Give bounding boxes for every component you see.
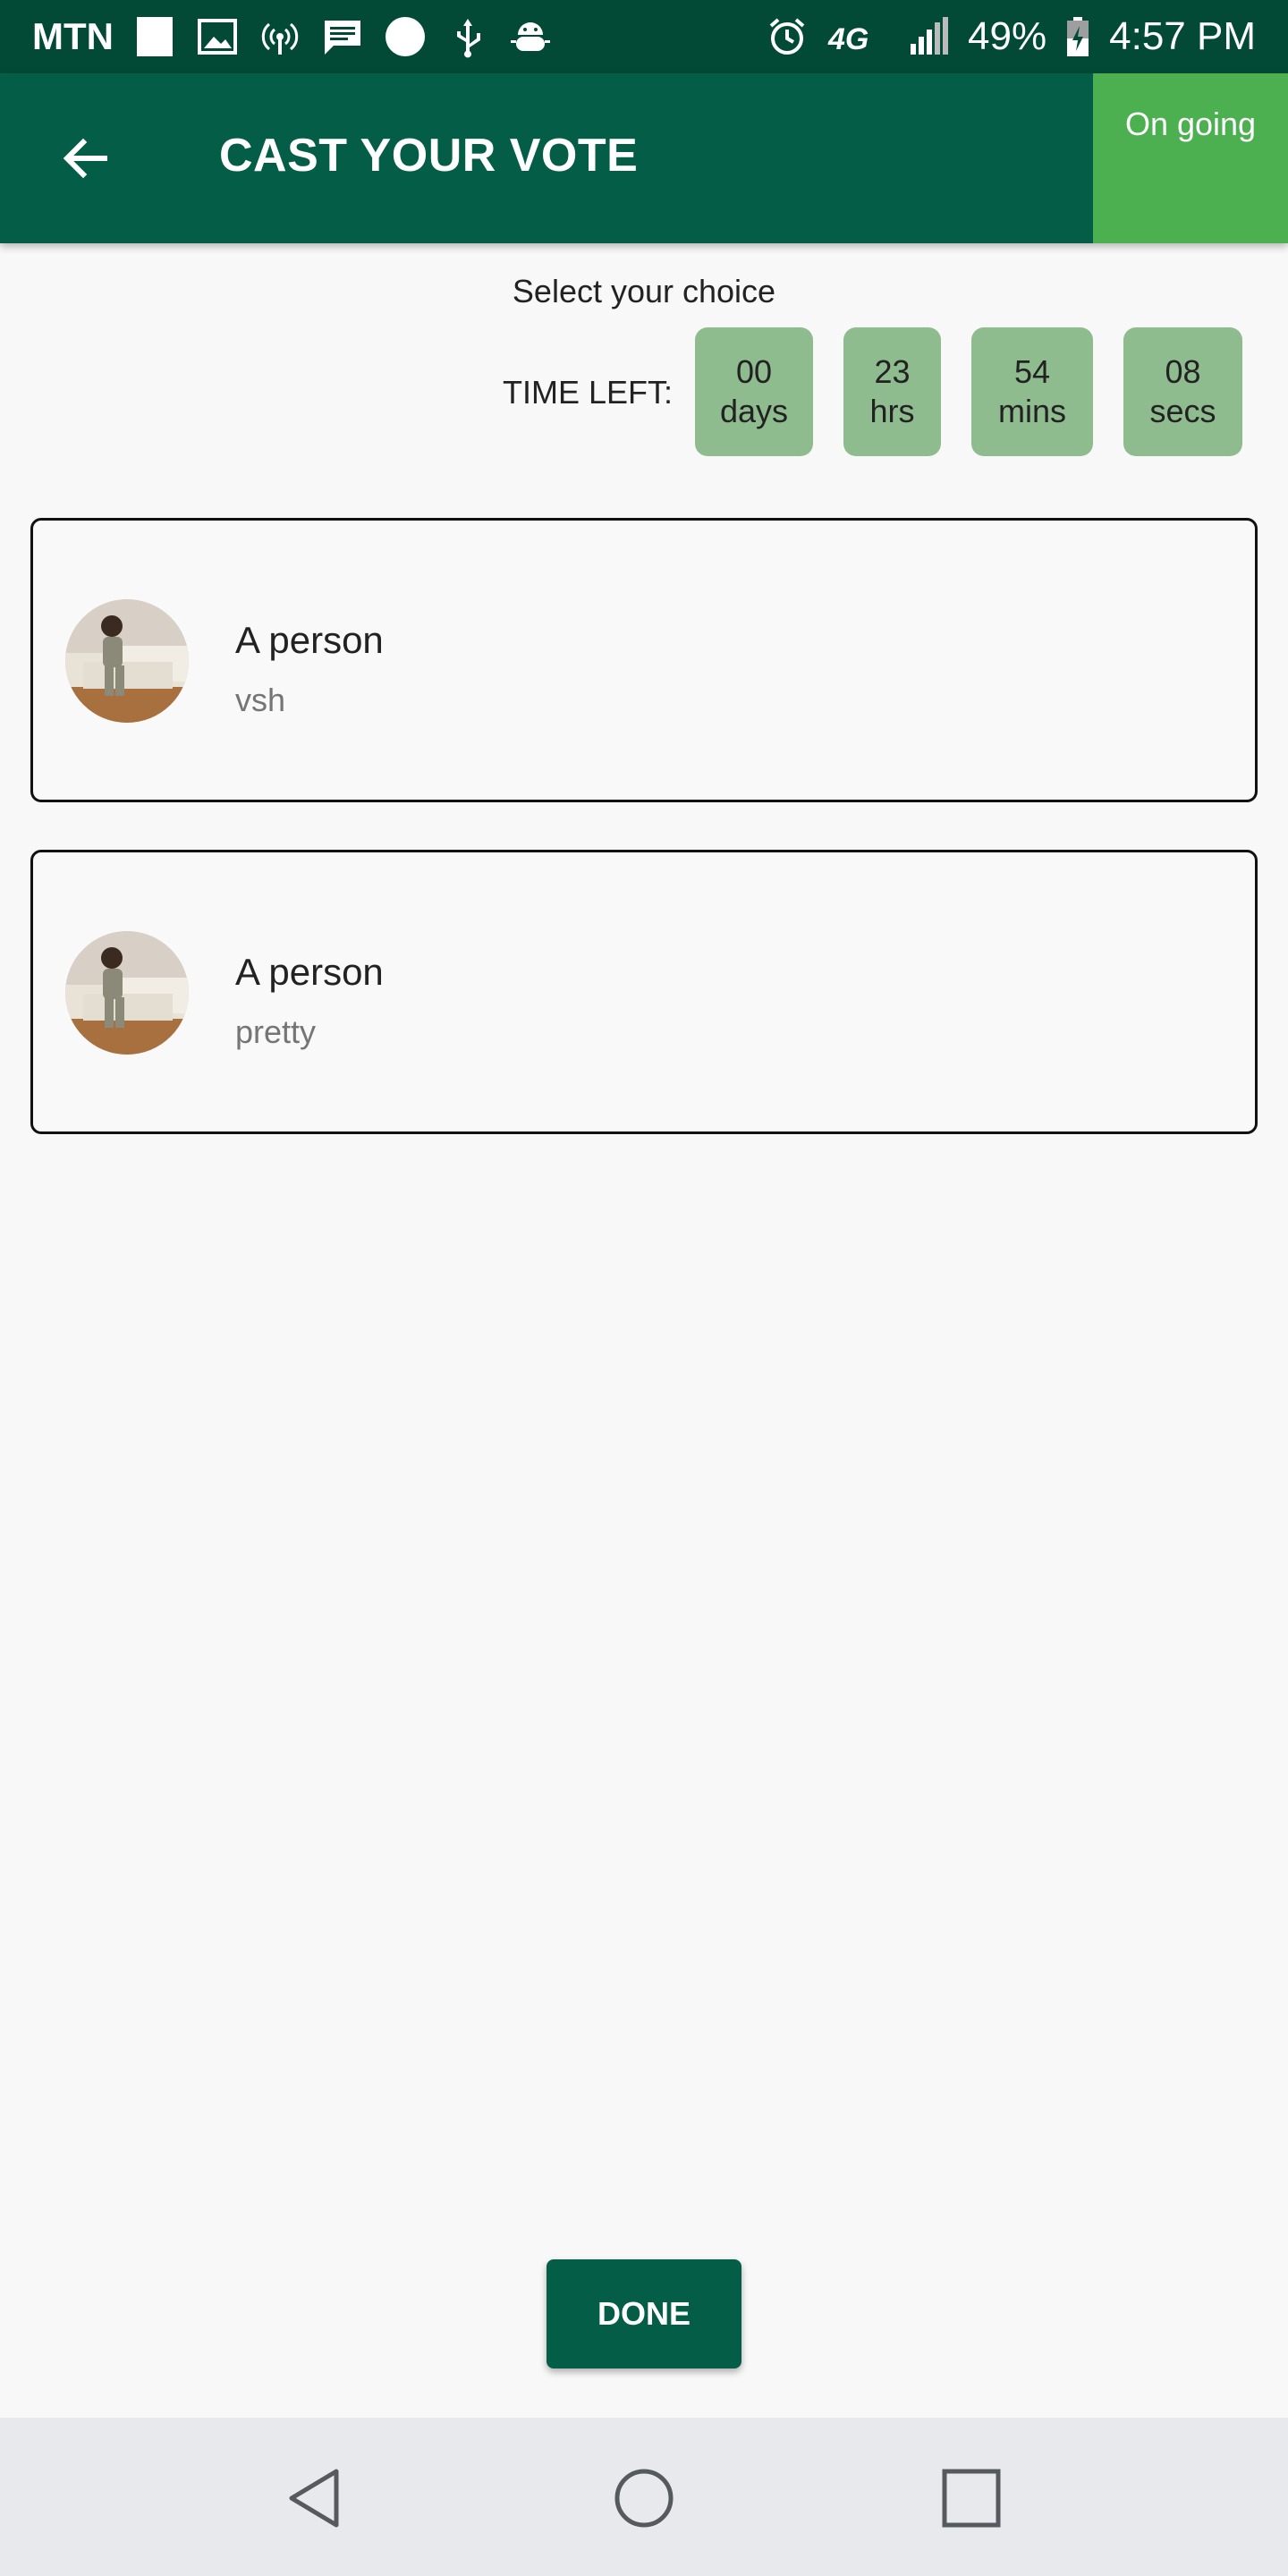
usb-icon: [446, 15, 489, 58]
timer-hours-value: 23: [874, 353, 911, 390]
app-bar: CAST YOUR VOTE On going: [0, 73, 1288, 243]
triangle-back-icon: [289, 2469, 339, 2528]
battery-charging-icon: [1064, 15, 1091, 58]
instruction-text: Select your choice: [512, 273, 776, 309]
status-bar-right: 4G 49% 4:57 PM: [766, 14, 1256, 59]
svg-text:4G: 4G: [827, 22, 869, 56]
circle-home-icon: [614, 2469, 674, 2528]
alarm-icon: [766, 15, 809, 58]
timer-seconds: 08 secs: [1123, 327, 1242, 456]
timer-hours-unit: hrs: [869, 393, 915, 429]
timer-minutes-unit: mins: [997, 393, 1066, 429]
gallery-icon: [196, 15, 239, 58]
candidate-subtitle: vsh: [235, 682, 286, 718]
candidate-name: A person: [235, 951, 384, 993]
election-status-badge: On going: [1093, 73, 1288, 243]
carrier-label: MTN: [32, 15, 114, 57]
clock-time: 4:57 PM: [1109, 14, 1256, 58]
candidate-card[interactable]: A person vsh: [30, 518, 1258, 802]
done-button[interactable]: DONE: [547, 2259, 741, 2368]
page-title: CAST YOUR VOTE: [219, 130, 639, 182]
android-debug-icon: [509, 15, 552, 58]
time-left-label: TIME LEFT:: [503, 374, 674, 411]
nav-home-button[interactable]: [608, 2462, 680, 2534]
timer-seconds-unit: secs: [1149, 393, 1216, 429]
circle-icon: [384, 15, 427, 58]
nav-back-button[interactable]: [281, 2462, 352, 2534]
signal-icon: [907, 15, 950, 58]
back-button[interactable]: [50, 127, 120, 190]
candidate-card[interactable]: A person pretty: [30, 850, 1258, 1134]
status-bar-left: MTN: [32, 15, 552, 58]
timer-minutes: 54 mins: [971, 327, 1093, 456]
timer-days-unit: days: [719, 393, 789, 429]
candidate-name: A person: [235, 619, 384, 661]
system-nav-bar: [0, 2418, 1288, 2576]
timer-minutes-value: 54: [1013, 353, 1051, 390]
square-recents-icon: [942, 2469, 1001, 2528]
arrow-back-icon: [63, 138, 107, 179]
message-icon: [321, 15, 364, 58]
hotspot-icon: [258, 15, 301, 58]
avatar: [65, 931, 189, 1055]
nav-recents-button[interactable]: [936, 2462, 1007, 2534]
timer-days-value: 00: [735, 353, 773, 390]
white-square-icon: [133, 15, 176, 58]
network-4g-icon: 4G: [826, 15, 889, 58]
timer-hours: 23 hrs: [843, 327, 941, 456]
avatar: [65, 599, 189, 723]
status-bar: MTN 4G 49% 4:57 PM: [0, 0, 1288, 73]
battery-percentage: 49%: [968, 14, 1047, 58]
candidate-subtitle: pretty: [235, 1013, 317, 1050]
timer-days: 00 days: [695, 327, 813, 456]
timer-seconds-value: 08: [1165, 353, 1201, 390]
